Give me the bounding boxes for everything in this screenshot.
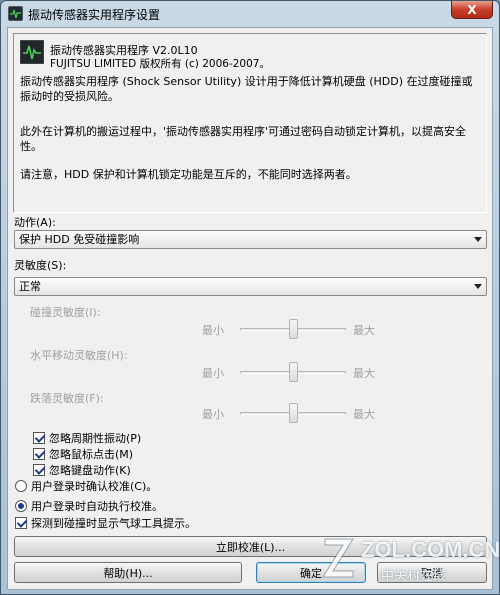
- auto-calibration-radio-row[interactable]: 用户登录时自动执行校准。: [15, 499, 163, 513]
- slider-thumb[interactable]: [288, 403, 298, 423]
- description-para-2: 此外在计算机的搬运过程中，'振动传感器实用程序'可通过密码自动锁定计算机，以提高…: [20, 125, 467, 153]
- slider-thumb[interactable]: [288, 319, 298, 339]
- drop-sensitivity-slider[interactable]: 最小 最大: [8, 402, 494, 426]
- close-icon: X: [467, 2, 477, 17]
- balloon-tip-checkbox[interactable]: [15, 517, 27, 529]
- calibrate-now-button[interactable]: 立即校准(L)...: [14, 536, 487, 557]
- settings-window: 振动传感器实用程序设置 X 振动传感器实用程序 V2.0L10 FUJITSU …: [0, 0, 500, 595]
- confirm-calibration-label: 用户登录时确认校准(C)。: [31, 480, 158, 493]
- window-title: 振动传感器实用程序设置: [28, 8, 161, 22]
- ignore-periodic-checkbox-row[interactable]: 忽略周期性振动(P): [33, 431, 141, 445]
- app-icon: [8, 6, 23, 21]
- action-label: 动作(A):: [14, 216, 56, 229]
- dialog-body: 振动传感器实用程序 V2.0L10 FUJITSU LIMITED 版权所有 (…: [7, 27, 493, 590]
- ignore-mouse-label: 忽略鼠标点击(M): [49, 448, 134, 461]
- ignore-keyboard-label: 忽略键盘动作(K): [49, 464, 131, 477]
- chevron-down-icon: [474, 237, 482, 242]
- ignore-periodic-checkbox[interactable]: [33, 432, 45, 444]
- impact-sensitivity-slider[interactable]: 最小 最大: [8, 318, 494, 342]
- action-selected-value: 保护 HDD 免受碰撞影响: [19, 233, 140, 246]
- balloon-tip-label: 探测到碰撞时显示气球工具提示。: [31, 517, 196, 530]
- chevron-down-icon: [474, 284, 482, 289]
- slider-min-label: 最小: [202, 324, 224, 337]
- horizontal-sensitivity-slider[interactable]: 最小 最大: [8, 361, 494, 385]
- auto-calibration-label: 用户登录时自动执行校准。: [31, 500, 163, 513]
- description-para-3: 请注意，HDD 保护和计算机锁定功能是互斥的，不能同时选择两者。: [20, 168, 357, 181]
- ok-button[interactable]: 确定: [256, 562, 366, 583]
- confirm-calibration-radio-row[interactable]: 用户登录时确认校准(C)。: [15, 479, 157, 493]
- ignore-mouse-checkbox[interactable]: [33, 448, 45, 460]
- slider-thumb[interactable]: [288, 362, 298, 382]
- waveform-icon: [20, 40, 44, 64]
- action-dropdown[interactable]: 保护 HDD 免受碰撞影响: [14, 230, 487, 249]
- slider-min-label: 最小: [202, 408, 224, 421]
- sensitivity-label: 灵敏度(S):: [14, 259, 67, 272]
- description-para-1: 振动传感器实用程序 (Shock Sensor Utility) 设计用于降低计…: [20, 75, 473, 103]
- sensitivity-selected-value: 正常: [19, 280, 41, 293]
- slider-min-label: 最小: [202, 367, 224, 380]
- ignore-keyboard-checkbox-row[interactable]: 忽略键盘动作(K): [33, 463, 131, 477]
- ignore-mouse-checkbox-row[interactable]: 忽略鼠标点击(M): [33, 447, 133, 461]
- info-panel: 振动传感器实用程序 V2.0L10 FUJITSU LIMITED 版权所有 (…: [13, 33, 487, 213]
- cancel-button[interactable]: 取消: [377, 562, 487, 583]
- sensitivity-dropdown[interactable]: 正常: [14, 277, 487, 296]
- ignore-keyboard-checkbox[interactable]: [33, 464, 45, 476]
- help-button[interactable]: 帮助(H)...: [14, 562, 242, 583]
- confirm-calibration-radio[interactable]: [15, 480, 27, 492]
- slider-max-label: 最大: [353, 408, 375, 421]
- copyright-text: FUJITSU LIMITED 版权所有 (c) 2006-2007。: [50, 58, 270, 70]
- close-button[interactable]: X: [451, 1, 493, 19]
- slider-max-label: 最大: [353, 367, 375, 380]
- balloon-tip-checkbox-row[interactable]: 探测到碰撞时显示气球工具提示。: [15, 516, 196, 530]
- ignore-periodic-label: 忽略周期性振动(P): [49, 432, 142, 445]
- slider-max-label: 最大: [353, 324, 375, 337]
- title-bar[interactable]: 振动传感器实用程序设置 X: [1, 1, 499, 25]
- auto-calibration-radio[interactable]: [15, 500, 27, 512]
